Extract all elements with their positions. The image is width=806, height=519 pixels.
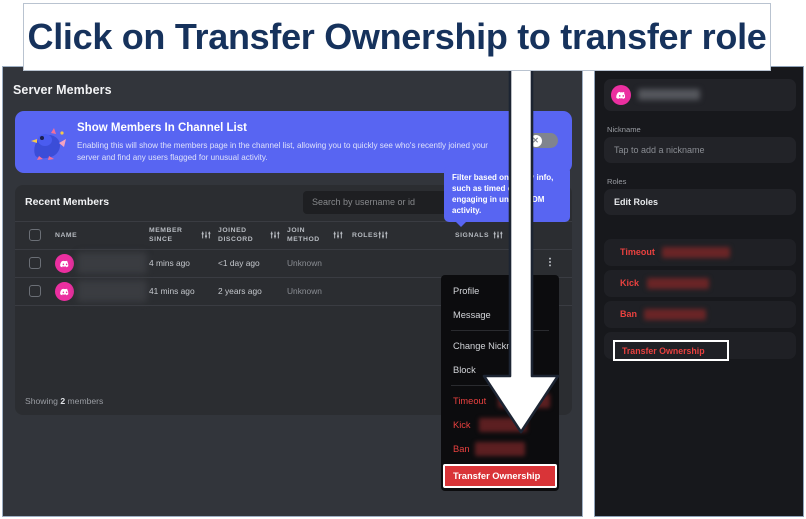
recent-members-label: Recent Members [25,196,110,208]
context-menu-timeout-label: Timeout [453,396,487,406]
kick-action[interactable]: Kick [604,270,796,297]
cell-join-method: Unknown [287,258,322,268]
footer-prefix: Showing [25,396,61,406]
context-menu-item-change-nickname[interactable]: Change Nickname [441,334,559,358]
blurred-username [644,309,706,320]
blurred-username [77,252,147,274]
kick-label: Kick [620,278,640,288]
table-row[interactable]: 4 mins ago <1 day ago Unknown [15,250,572,278]
nickname-label: Nickname [607,125,641,134]
roles-label: Roles [607,177,627,186]
column-header-joined-discord[interactable]: JOINED DISCORD [218,227,268,244]
ban-action[interactable]: Ban [604,301,796,328]
wumpus-bird-illustration [31,128,66,160]
nickname-placeholder: Tap to add a nickname [614,145,705,155]
cell-join-method: Unknown [287,286,322,296]
blurred-username [662,247,730,258]
edit-roles-label: Edit Roles [614,197,659,207]
search-placeholder: Search by username or id [312,197,416,207]
nickname-input[interactable]: Tap to add a nickname [604,137,796,163]
screenshot-root: Server Members Show Members In Channel L… [0,0,806,519]
blurred-username [647,278,709,289]
filter-icon[interactable] [270,230,280,240]
member-profile-header[interactable] [604,79,796,111]
cell-joined-discord: <1 day ago [218,258,260,268]
more-options-icon[interactable] [545,256,555,268]
member-context-menu: Profile Message Change Nickname Block Ti… [441,275,559,491]
context-menu-kick-label: Kick [453,420,471,430]
discord-avatar-icon [55,254,74,273]
show-members-toggle[interactable]: ✕ [528,133,558,148]
filter-icon[interactable] [333,230,343,240]
blurred-username [475,442,525,456]
filter-icon[interactable] [378,230,388,240]
discord-avatar-icon [55,282,74,301]
column-header-member-since[interactable]: MEMBER SINCE [149,227,197,244]
blurred-username [498,394,550,408]
promo-title: Show Members In Channel List [77,122,247,134]
add-member-icon[interactable] [525,256,535,268]
context-menu-item-ban[interactable]: Ban [441,437,559,461]
context-menu-item-kick[interactable]: Kick [441,413,559,437]
context-menu-item-profile[interactable]: Profile [441,279,559,303]
transfer-ownership-label: Transfer Ownership [622,345,705,356]
column-header-signals[interactable]: SIGNALS [455,232,489,241]
menu-divider [451,330,549,331]
member-detail-panel: Nickname Tap to add a nickname Roles Edi… [594,66,804,517]
row-checkbox[interactable] [29,285,41,297]
context-menu-item-transfer-ownership[interactable]: Transfer Ownership [443,464,557,488]
instruction-caption: Click on Transfer Ownership to transfer … [23,3,771,71]
blurred-username [638,89,700,100]
menu-divider [451,385,549,386]
row-checkbox[interactable] [29,257,41,269]
members-count-footer: Showing 2 members [25,396,103,406]
transfer-ownership-highlight[interactable]: Transfer Ownership [613,340,729,361]
close-x-icon: ✕ [529,134,542,147]
discord-avatar-icon [611,85,631,105]
context-menu-item-timeout[interactable]: Timeout [441,389,559,413]
select-all-checkbox[interactable] [29,229,41,241]
footer-suffix: members [65,396,104,406]
page-title: Server Members [13,83,112,97]
context-menu-ban-label: Ban [453,444,470,454]
filter-icon[interactable] [201,230,211,240]
signals-tooltip: Filter based on safety info, such as tim… [444,166,570,227]
transfer-ownership-menu-label: Transfer Ownership [453,471,541,481]
filter-icon[interactable] [493,230,503,240]
timeout-label: Timeout [620,247,655,257]
context-menu-item-block[interactable]: Block [441,358,559,382]
context-menu-item-message[interactable]: Message [441,303,559,327]
caption-text: Click on Transfer Ownership to transfer … [27,16,767,57]
column-header-name[interactable]: NAME [55,232,77,241]
cell-member-since: 41 mins ago [149,286,195,296]
edit-roles-button[interactable]: Edit Roles [604,189,796,215]
ban-label: Ban [620,309,638,319]
promo-description: Enabling this will show the members page… [77,141,488,162]
cell-joined-discord: 2 years ago [218,286,262,296]
timeout-action[interactable]: Timeout [604,239,796,266]
column-header-join-method[interactable]: JOIN METHOD [287,227,331,244]
members-table-header: NAME MEMBER SINCE JOINED DISCORD JOIN ME… [15,221,572,250]
blurred-username [77,280,147,302]
cell-member-since: 4 mins ago [149,258,190,268]
column-header-roles[interactable]: ROLES [352,232,378,241]
show-members-promo-card[interactable]: Show Members In Channel List Enabling th… [15,111,572,173]
blurred-username [479,418,527,432]
